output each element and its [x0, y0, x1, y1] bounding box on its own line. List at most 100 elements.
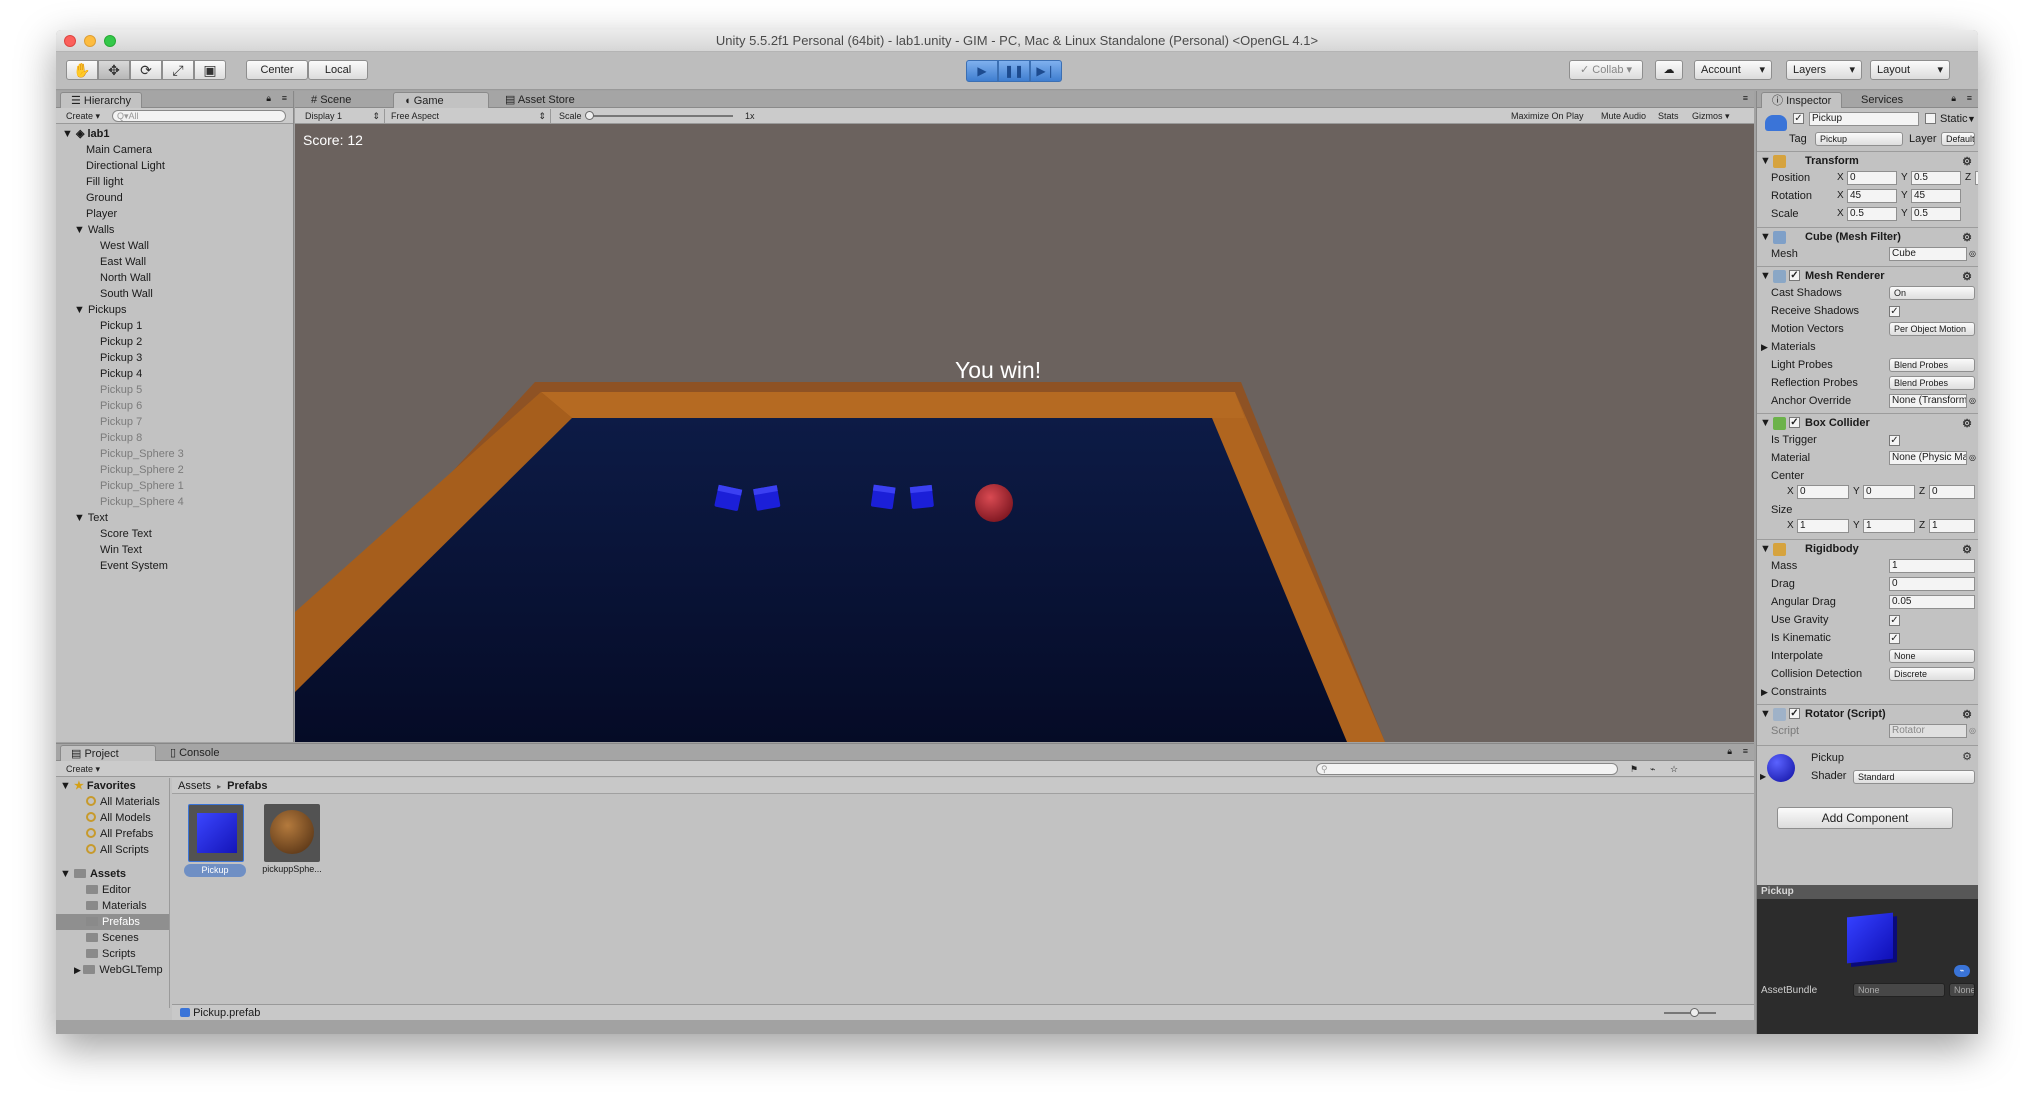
- object-picker-icon[interactable]: ◎: [1969, 449, 1976, 467]
- position-x-field[interactable]: 0: [1847, 171, 1897, 185]
- breadcrumb-assets[interactable]: Assets: [178, 780, 211, 792]
- favorite-item[interactable]: All Models: [56, 810, 169, 826]
- shader-dropdown[interactable]: Standard: [1853, 770, 1975, 784]
- folder-item[interactable]: Scenes: [56, 930, 169, 946]
- collision-detection-dropdown[interactable]: Discrete: [1889, 667, 1975, 681]
- gizmos-dropdown[interactable]: Gizmos ▾: [1692, 109, 1730, 123]
- lock-icon[interactable]: 🔒︎: [266, 93, 271, 104]
- filter-by-type-icon[interactable]: ⚑: [1630, 762, 1638, 776]
- is-kinematic-checkbox[interactable]: ✓: [1889, 633, 1900, 644]
- scale-slider[interactable]: [585, 111, 733, 120]
- maximize-on-play-toggle[interactable]: Maximize On Play: [1511, 109, 1584, 123]
- hand-tool-icon[interactable]: ✋: [66, 60, 98, 80]
- hierarchy-item[interactable]: West Wall: [56, 238, 293, 254]
- fold-triangle-icon[interactable]: ▼: [60, 868, 74, 880]
- panel-menu-icon[interactable]: ≡: [1967, 93, 1972, 103]
- fold-triangle-icon[interactable]: ▶: [1760, 772, 1766, 781]
- create-dropdown[interactable]: Create ▾: [66, 109, 100, 123]
- anchor-override-field[interactable]: None (Transform): [1889, 394, 1967, 408]
- panel-menu-icon[interactable]: ≡: [1743, 746, 1748, 756]
- hierarchy-item-inactive[interactable]: Pickup_Sphere 1: [56, 478, 293, 494]
- pause-button[interactable]: ❚❚: [998, 60, 1030, 82]
- hierarchy-item[interactable]: South Wall: [56, 286, 293, 302]
- assets-folder[interactable]: ▼ Assets: [56, 866, 169, 882]
- hierarchy-item-inactive[interactable]: Pickup 6: [56, 398, 293, 414]
- tab-game[interactable]: ◖ Game: [393, 92, 489, 108]
- step-button[interactable]: ▶❘: [1030, 60, 1062, 82]
- static-dropdown-arrow[interactable]: ▼: [1967, 111, 1976, 127]
- tab-hierarchy[interactable]: ☰ Hierarchy: [60, 92, 142, 108]
- folder-item[interactable]: Scripts: [56, 946, 169, 962]
- fold-triangle-icon[interactable]: ▼: [60, 780, 74, 792]
- fold-triangle-icon[interactable]: ▶: [74, 965, 83, 975]
- tab-services[interactable]: Services: [1851, 92, 1913, 108]
- expand-triangle-icon[interactable]: ▼: [74, 512, 88, 524]
- position-y-field[interactable]: 0.5: [1911, 171, 1961, 185]
- preview-titlebar[interactable]: Pickup: [1757, 885, 1978, 899]
- cast-shadows-dropdown[interactable]: On: [1889, 286, 1975, 300]
- assetbundle-variant-dropdown[interactable]: None: [1949, 983, 1975, 997]
- favorite-item[interactable]: All Materials: [56, 794, 169, 810]
- display-dropdown[interactable]: Display 1 ⇕: [305, 109, 385, 123]
- minimize-window-icon[interactable]: [84, 35, 96, 47]
- hierarchy-search-input[interactable]: Q▾All: [112, 110, 286, 122]
- use-gravity-checkbox[interactable]: ✓: [1889, 615, 1900, 626]
- collider-material-field[interactable]: None (Physic Material: [1889, 451, 1967, 465]
- tab-asset-store[interactable]: ▤ Asset Store: [495, 92, 585, 108]
- thumbnail-size-slider[interactable]: [1664, 1008, 1716, 1017]
- expand-triangle-icon[interactable]: ▼: [74, 304, 88, 316]
- folder-item[interactable]: Materials: [56, 898, 169, 914]
- hierarchy-item[interactable]: Pickup 3: [56, 350, 293, 366]
- rect-tool-icon[interactable]: ▣: [194, 60, 226, 80]
- position-z-field[interactable]: [1975, 171, 1978, 185]
- tab-console[interactable]: ▯ Console: [160, 745, 229, 761]
- expand-triangle-icon[interactable]: ▼: [74, 224, 88, 236]
- fold-triangle-icon[interactable]: ▼: [1760, 267, 1771, 285]
- expand-triangle-icon[interactable]: ▼: [62, 128, 76, 140]
- angular-drag-field[interactable]: 0.05: [1889, 595, 1975, 609]
- receive-shadows-checkbox[interactable]: ✓: [1889, 306, 1900, 317]
- is-trigger-checkbox[interactable]: ✓: [1889, 435, 1900, 446]
- fold-triangle-icon[interactable]: ▼: [1760, 152, 1771, 170]
- rotate-tool-icon[interactable]: ⟳: [130, 60, 162, 80]
- thumbnail-slider-thumb[interactable]: [1690, 1008, 1699, 1017]
- size-y-field[interactable]: 1: [1863, 519, 1915, 533]
- hierarchy-item[interactable]: Event System: [56, 558, 293, 574]
- hierarchy-item-inactive[interactable]: Pickup_Sphere 3: [56, 446, 293, 462]
- folder-item-selected[interactable]: Prefabs: [56, 914, 169, 930]
- fold-triangle-icon[interactable]: ▼: [1760, 228, 1771, 246]
- tag-dropdown[interactable]: Pickup: [1815, 132, 1903, 146]
- move-tool-icon[interactable]: ✥: [98, 60, 130, 80]
- mesh-renderer-header[interactable]: ▼ ✓ Mesh Renderer ⚙: [1757, 266, 1978, 284]
- hierarchy-item[interactable]: Fill light: [56, 174, 293, 190]
- assetbundle-dropdown[interactable]: None: [1853, 983, 1945, 997]
- hierarchy-item[interactable]: Player: [56, 206, 293, 222]
- zoom-window-icon[interactable]: [104, 35, 116, 47]
- object-name-field[interactable]: Pickup: [1809, 112, 1919, 126]
- hierarchy-item[interactable]: North Wall: [56, 270, 293, 286]
- drag-field[interactable]: 0: [1889, 577, 1975, 591]
- hierarchy-item-inactive[interactable]: Pickup_Sphere 4: [56, 494, 293, 510]
- reflection-probes-dropdown[interactable]: Blend Probes: [1889, 376, 1975, 390]
- object-picker-icon[interactable]: ◎: [1969, 392, 1976, 410]
- hierarchy-item[interactable]: ▼ Walls: [56, 222, 293, 238]
- materials-row[interactable]: ▶ Materials: [1757, 338, 1978, 356]
- hierarchy-item[interactable]: Directional Light: [56, 158, 293, 174]
- asset-item-pickup-sphere[interactable]: pickuppSphe...: [254, 800, 330, 874]
- aspect-dropdown[interactable]: Free Aspect ⇕: [391, 109, 551, 123]
- favorite-item[interactable]: All Prefabs: [56, 826, 169, 842]
- layout-dropdown[interactable]: Layout ▾: [1870, 60, 1950, 80]
- filter-by-label-icon[interactable]: ⌁: [1650, 762, 1655, 776]
- folder-item[interactable]: Editor: [56, 882, 169, 898]
- scale-y-field[interactable]: 0.5: [1911, 207, 1961, 221]
- scene-root[interactable]: ▼ ◈ lab1: [56, 126, 293, 142]
- hierarchy-item[interactable]: Main Camera: [56, 142, 293, 158]
- asset-item-pickup[interactable]: Pickup: [178, 800, 250, 877]
- rotator-script-header[interactable]: ▼ ✓ Rotator (Script) ⚙: [1757, 704, 1978, 722]
- create-dropdown[interactable]: Create ▾: [66, 762, 100, 776]
- center-z-field[interactable]: 0: [1929, 485, 1975, 499]
- object-picker-icon[interactable]: ◎: [1969, 245, 1976, 263]
- folder-item[interactable]: ▶ WebGLTemp: [56, 962, 169, 978]
- game-viewport[interactable]: Score: 12 You win!: [295, 124, 1754, 742]
- hierarchy-item-inactive[interactable]: Pickup 5: [56, 382, 293, 398]
